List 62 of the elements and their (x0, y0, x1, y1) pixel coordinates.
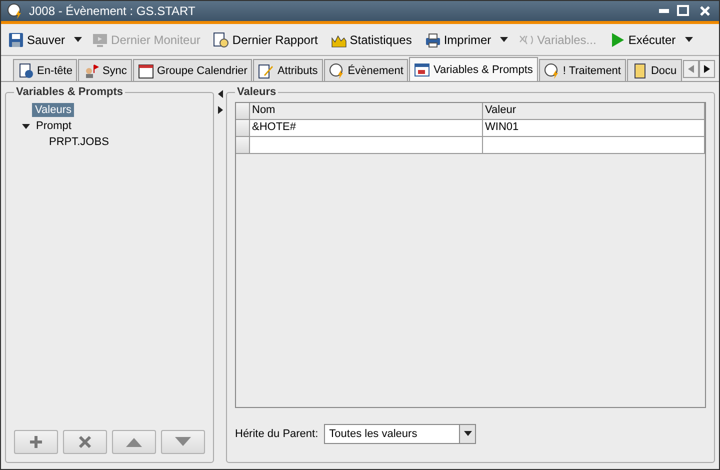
caret-icon (500, 36, 508, 42)
row-header[interactable] (236, 120, 250, 137)
down-triangle-icon (175, 437, 191, 447)
inherit-dropdown[interactable]: Toutes les valeurs (324, 424, 476, 444)
tab[interactable]: Groupe Calendrier (132, 59, 252, 81)
clock-lightning-icon (544, 62, 560, 78)
table-cell[interactable] (250, 137, 483, 154)
monitor-icon (92, 32, 108, 48)
scroll-right-button[interactable] (698, 60, 715, 78)
clock-lightning-icon (7, 3, 23, 19)
up-triangle-icon (126, 437, 142, 447)
window-icon (414, 62, 430, 78)
inherit-label: Hérite du Parent: (235, 428, 318, 440)
caret-icon (464, 431, 472, 437)
right-arrow-icon (704, 64, 710, 72)
printer-icon (424, 32, 441, 48)
tab[interactable]: Sync (78, 59, 132, 81)
toolbar-button[interactable]: Statistiques (330, 30, 416, 50)
tree-item[interactable]: Prompt (33, 119, 74, 133)
expand-right-icon[interactable] (218, 106, 222, 114)
toolbar-button[interactable]: Dernier Rapport (212, 30, 322, 50)
collapse-left-icon[interactable] (218, 90, 222, 98)
calendar-icon (138, 62, 154, 78)
tab[interactable]: ! Traitement (538, 59, 626, 81)
document-info-icon (18, 62, 34, 78)
delete-button[interactable] (63, 430, 107, 454)
toolbar-button[interactable]: Imprimer (424, 30, 510, 50)
table-cell[interactable] (483, 137, 705, 154)
caret-icon (684, 36, 693, 42)
toolbar-button[interactable]: Exécuter (608, 30, 694, 50)
panel-title: Variables & Prompts (15, 86, 124, 98)
document-icon (632, 62, 648, 78)
window-title: J008 - Évènement : GS.START (29, 4, 196, 18)
pencil-document-icon (258, 62, 274, 78)
table-cell[interactable]: WIN01 (483, 120, 705, 137)
table-cell[interactable]: &HOTE# (250, 120, 483, 137)
toolbar-button[interactable]: Sauver (7, 30, 84, 50)
row-header[interactable] (236, 137, 250, 154)
expanded-arrow-icon[interactable] (22, 122, 30, 130)
tree-item[interactable]: Valeurs (32, 103, 74, 117)
add-button[interactable] (14, 430, 58, 454)
panel-title: Valeurs (236, 86, 278, 98)
report-clock-icon (213, 32, 230, 48)
plus-icon (29, 435, 43, 449)
caret-icon (74, 36, 82, 42)
clock-lightning-icon (328, 62, 345, 78)
x-icon (78, 435, 92, 449)
move-up-button[interactable] (112, 430, 156, 454)
tab[interactable]: Attributs (253, 59, 323, 81)
maximize-icon (675, 3, 691, 19)
left-arrow-icon (688, 64, 694, 72)
tab[interactable]: En-tête (13, 59, 78, 81)
corner-header (236, 103, 250, 120)
column-header[interactable]: Valeur (483, 103, 705, 120)
tab[interactable]: Docu (626, 59, 682, 81)
person-flag-icon (83, 62, 100, 78)
column-header[interactable]: Nom (250, 103, 483, 120)
play-icon (609, 32, 626, 48)
move-down-button[interactable] (161, 430, 205, 454)
tab[interactable]: Variables & Prompts (409, 57, 538, 81)
tree-item[interactable]: PRPT.JOBS (46, 135, 112, 149)
tab[interactable]: Évènement (324, 59, 408, 81)
